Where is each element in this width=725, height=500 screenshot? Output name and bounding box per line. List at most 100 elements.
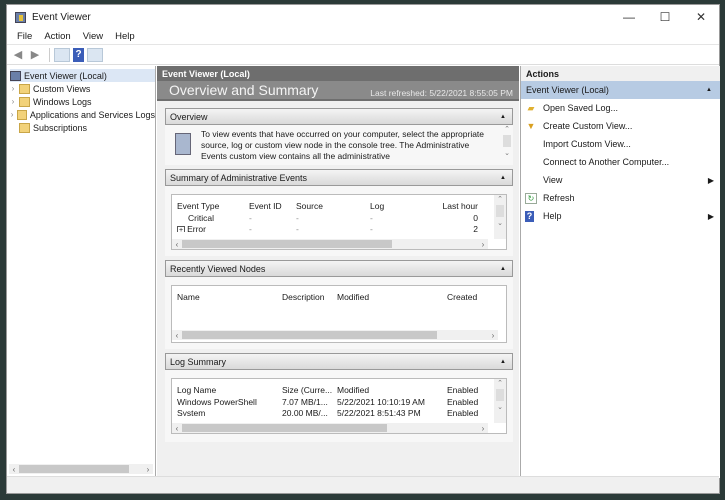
- overview-summary-banner: Overview and Summary Last refreshed: 5/2…: [157, 81, 519, 101]
- overview-section-header[interactable]: Overview ▲: [165, 108, 513, 125]
- action-import-custom-view[interactable]: Import Custom View...: [521, 135, 720, 153]
- action-view[interactable]: View ▶: [521, 171, 720, 189]
- column-header[interactable]: Modified: [337, 385, 447, 395]
- cell: -: [296, 224, 299, 232]
- expand-icon[interactable]: ›: [7, 84, 19, 93]
- last-refreshed: Last refreshed: 5/22/2021 8:55:05 PM: [370, 88, 513, 98]
- page-title: Overview and Summary: [169, 82, 319, 98]
- action-create-custom-view[interactable]: ▼ Create Custom View...: [521, 117, 720, 135]
- admin-events-horizontal-scrollbar[interactable]: ‹ ›: [172, 239, 488, 249]
- log-summary-horizontal-scrollbar[interactable]: ‹ ›: [172, 423, 488, 433]
- table-row[interactable]: Critical - - - 0: [172, 212, 506, 224]
- log-summary-table: Log Name Size (Curre... Modified Enabled…: [171, 378, 507, 434]
- action-open-saved-log[interactable]: ▰ Open Saved Log...: [521, 99, 720, 117]
- tree-horizontal-scrollbar[interactable]: ‹ ›: [9, 464, 153, 474]
- action-label: Help: [543, 211, 562, 221]
- help-icon: ?: [525, 210, 534, 222]
- column-header[interactable]: Description: [282, 292, 337, 302]
- window-title: Event Viewer: [32, 11, 91, 23]
- center-pane-header: Event Viewer (Local): [157, 66, 519, 81]
- action-label: View: [543, 175, 563, 185]
- collapse-icon[interactable]: ▲: [500, 266, 506, 272]
- column-header[interactable]: Event ID: [249, 201, 296, 211]
- column-header[interactable]: Enabled: [447, 385, 487, 395]
- overview-vertical-scrollbar[interactable]: ⌃ ⌄: [501, 125, 513, 165]
- column-header[interactable]: Created: [447, 292, 497, 302]
- column-header[interactable]: Event Type: [172, 201, 249, 211]
- expand-row-icon[interactable]: +: [177, 226, 186, 232]
- minimize-button[interactable]: —: [612, 5, 646, 29]
- actions-group-label: Event Viewer (Local): [526, 85, 609, 95]
- folder-icon: [19, 96, 30, 107]
- cell: 7.07 MB/1...: [282, 397, 328, 407]
- admin-events-vertical-scrollbar[interactable]: ⌃ ⌄: [494, 195, 506, 239]
- actions-pane: Actions Event Viewer (Local) ▲ ▰ Open Save…: [520, 66, 720, 478]
- collapse-icon[interactable]: ▲: [500, 114, 506, 120]
- menu-action[interactable]: Action: [38, 31, 76, 42]
- cell: Error: [187, 224, 206, 232]
- recent-nodes-table: Name Description Modified Created ‹ ›: [171, 285, 507, 343]
- column-header[interactable]: Last hour: [426, 201, 478, 211]
- actions-group-event-viewer[interactable]: Event Viewer (Local) ▲: [521, 81, 720, 99]
- admin-events-section-header[interactable]: Summary of Administrative Events ▲: [165, 169, 513, 186]
- action-refresh[interactable]: ↻ Refresh: [521, 189, 720, 207]
- column-header[interactable]: Source: [296, 201, 370, 211]
- show-hide-action-pane-button[interactable]: [87, 47, 103, 62]
- action-help[interactable]: ? Help ▶: [521, 207, 720, 225]
- cell: -: [370, 224, 373, 232]
- event-viewer-window: Event Viewer — ☐ ✕ File Action View Help…: [6, 4, 720, 494]
- event-viewer-app-icon: [15, 11, 26, 23]
- menu-view[interactable]: View: [77, 31, 109, 42]
- cell: 20.00 MB/...: [282, 408, 328, 416]
- forward-button[interactable]: ▶: [28, 48, 42, 62]
- console-tree: Event Viewer (Local) › Custom Views › Wind…: [7, 66, 156, 478]
- tree-item-windows-logs[interactable]: › Windows Logs: [7, 95, 155, 108]
- tree-item-subscriptions[interactable]: Subscriptions: [7, 121, 155, 134]
- tree-item-custom-views[interactable]: › Custom Views: [7, 82, 155, 95]
- table-row[interactable]: Windows PowerShell 7.07 MB/1... 5/22/202…: [172, 396, 506, 408]
- menu-help[interactable]: Help: [109, 31, 141, 42]
- recent-nodes-section-header[interactable]: Recently Viewed Nodes ▲: [165, 260, 513, 277]
- tree-root-event-viewer[interactable]: Event Viewer (Local): [10, 69, 155, 82]
- log-summary-section: Log Summary ▲ Log Name Size (Curre... Mod…: [165, 353, 513, 442]
- table-header: Log Name Size (Curre... Modified Enabled: [172, 384, 506, 396]
- folder-icon: ▰: [527, 102, 535, 113]
- cell: Critical: [188, 213, 214, 223]
- expand-icon[interactable]: ›: [7, 97, 19, 106]
- log-summary-section-header[interactable]: Log Summary ▲: [165, 353, 513, 370]
- cell: 0: [473, 213, 478, 223]
- maximize-button[interactable]: ☐: [648, 5, 682, 29]
- filter-icon: ▼: [526, 121, 536, 131]
- column-header[interactable]: Log Name: [172, 385, 282, 395]
- close-button[interactable]: ✕: [684, 5, 718, 29]
- tree-item-applications-services-logs[interactable]: › Applications and Services Logs: [7, 108, 155, 121]
- admin-events-table: Event Type Event ID Source Log Last hour…: [171, 194, 507, 250]
- action-connect-another-computer[interactable]: Connect to Another Computer...: [521, 153, 720, 171]
- tree-item-label: Windows Logs: [33, 96, 92, 107]
- table-row[interactable]: + Error - - - 2: [172, 224, 506, 232]
- actions-header: Actions: [521, 66, 720, 81]
- column-header[interactable]: Modified: [337, 292, 447, 302]
- expand-icon[interactable]: ›: [7, 110, 17, 119]
- table-row[interactable]: System 20.00 MB/... 5/22/2021 8:51:43 PM…: [172, 408, 506, 416]
- collapse-icon[interactable]: ▲: [706, 87, 712, 93]
- column-header[interactable]: Name: [172, 292, 282, 302]
- collapse-icon[interactable]: ▲: [500, 175, 506, 181]
- menu-file[interactable]: File: [11, 31, 38, 42]
- help-button[interactable]: ?: [73, 47, 84, 62]
- cell: -: [296, 213, 299, 223]
- cell: 5/22/2021 10:10:19 AM: [337, 397, 425, 407]
- table-header: Name Description Modified Created: [172, 291, 506, 303]
- recent-nodes-horizontal-scrollbar[interactable]: ‹ ›: [172, 330, 498, 340]
- tree-item-label: Custom Views: [33, 83, 91, 94]
- section-title: Summary of Administrative Events: [170, 172, 308, 183]
- back-button[interactable]: ◀: [11, 48, 25, 62]
- column-header[interactable]: Log: [370, 201, 426, 211]
- event-viewer-icon: [10, 70, 21, 81]
- show-hide-console-tree-button[interactable]: [54, 47, 70, 62]
- column-header[interactable]: Size (Curre...: [282, 385, 337, 395]
- collapse-icon[interactable]: ▲: [500, 359, 506, 365]
- log-summary-vertical-scrollbar[interactable]: ⌃ ⌄: [494, 379, 506, 423]
- action-label: Refresh: [543, 193, 575, 203]
- action-label: Import Custom View...: [543, 139, 631, 149]
